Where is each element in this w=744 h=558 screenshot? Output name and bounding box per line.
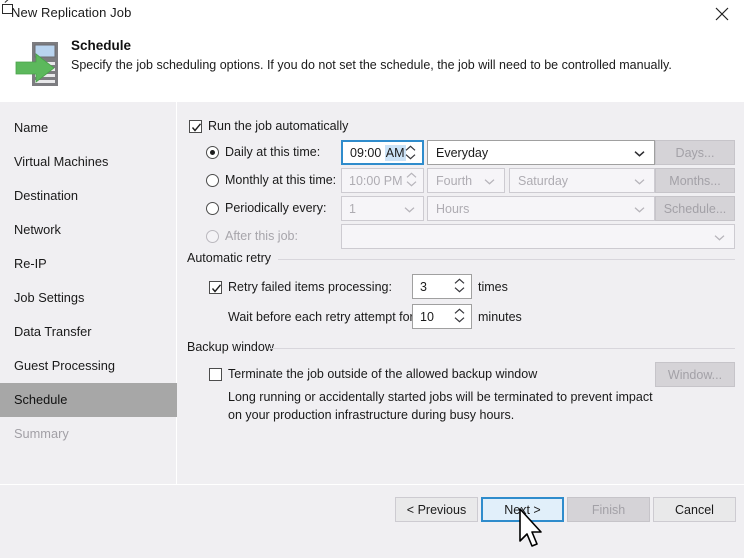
next-button[interactable]: Next > [481,497,564,522]
after-job-dropdown [341,224,735,249]
previous-button[interactable]: < Previous [395,497,478,522]
periodically-radio[interactable] [206,202,219,215]
daily-radio[interactable] [206,146,219,159]
monthly-weekday-value: Saturday [518,174,569,188]
sidebar-item-schedule[interactable]: Schedule [0,383,177,417]
retry-wait-spinner[interactable] [451,305,468,328]
monthly-radio[interactable] [206,174,219,187]
spinner-down-icon [454,287,465,293]
dialog-footer: < Previous Next > Finish Cancel [0,484,744,558]
spinner-down-icon [406,181,417,187]
replication-server-arrow-icon [14,34,72,92]
spinner-up-icon [454,278,465,284]
retry-wait-value: 10 [420,310,434,324]
new-replication-job-dialog: New Replication Job Schedule Specify the… [0,0,744,558]
checkmark-icon [191,123,202,132]
daily-day-dropdown[interactable]: Everyday [427,140,655,165]
run-automatically-label: Run the job automatically [208,119,349,133]
sidebar-item-job-settings[interactable]: Job Settings [0,281,177,315]
sidebar-item-name[interactable]: Name [0,111,177,145]
days-button: Days... [655,140,735,165]
terminate-job-label: Terminate the job outside of the allowed… [228,367,538,381]
after-job-radio [206,230,219,243]
retry-count-value: 3 [420,280,427,294]
chevron-down-icon [404,207,415,213]
close-icon [715,7,729,21]
sidebar-item-destination[interactable]: Destination [0,179,177,213]
automatic-retry-group-title: Automatic retry [187,251,277,265]
title-bar: New Replication Job [0,0,744,30]
backup-window-description-line2: on your production infrastructure during… [228,408,515,422]
finish-button: Finish [567,497,650,522]
page-header: Schedule Specify the job scheduling opti… [0,30,744,102]
page-subtitle: Specify the job scheduling options. If y… [71,58,672,72]
schedule-button: Schedule... [655,196,735,221]
retry-count-field[interactable]: 3 [412,274,472,299]
after-job-label: After this job: [225,229,298,243]
sidebar-item-network[interactable]: Network [0,213,177,247]
sidebar-item-re-ip[interactable]: Re-IP [0,247,177,281]
wizard-sidebar: Name Virtual Machines Destination Networ… [0,102,177,484]
periodically-unit-dropdown: Hours [427,196,655,221]
retry-wait-label: Wait before each retry attempt for: [228,310,418,324]
sidebar-item-virtual-machines[interactable]: Virtual Machines [0,145,177,179]
page-title: Schedule [71,38,132,53]
monthly-label: Monthly at this time: [225,173,337,187]
checkmark-icon [211,284,222,293]
spinner-up-icon [454,308,465,314]
monthly-time-field: 10:00 PM [341,168,424,193]
daily-day-dropdown-value: Everyday [436,146,489,160]
periodically-unit-value: Hours [436,202,470,216]
monthly-ordinal-dropdown: Fourth [427,168,505,193]
terminate-job-checkbox[interactable] [209,368,222,381]
monthly-ordinal-value: Fourth [436,174,473,188]
cancel-button[interactable]: Cancel [653,497,736,522]
daily-label: Daily at this time: [225,145,321,159]
run-automatically-checkbox[interactable] [189,120,202,133]
sidebar-item-summary: Summary [14,426,69,441]
periodically-count-value: 1 [349,202,356,216]
backup-window-description-line1: Long running or accidentally started job… [228,390,653,404]
monthly-time-value: 10:00 PM [349,174,403,188]
automatic-retry-divider [278,259,735,260]
periodically-label: Periodically every: [225,201,327,215]
backup-window-divider [270,348,735,349]
chevron-down-icon [634,151,645,157]
periodically-count-dropdown: 1 [341,196,424,221]
schedule-panel: Run the job automatically Daily at this … [178,102,744,484]
daily-time-field[interactable]: 09:00 AM [341,140,424,165]
window-title: New Replication Job [11,5,132,20]
chevron-down-icon [634,207,645,213]
window-button: Window... [655,362,735,387]
spinner-up-icon [405,145,416,151]
months-button: Months... [655,168,735,193]
backup-window-group-title: Backup window [187,340,279,354]
spinner-down-icon [454,317,465,323]
spinner-up-icon [406,172,417,178]
sidebar-item-guest-processing[interactable]: Guest Processing [0,349,177,383]
retry-count-spinner[interactable] [451,275,468,298]
monthly-weekday-dropdown: Saturday [509,168,655,193]
retry-count-unit-label: times [478,280,508,294]
chevron-down-icon [714,235,725,241]
dialog-body: Name Virtual Machines Destination Networ… [0,102,744,484]
close-button[interactable] [700,0,744,30]
spinner-down-icon [405,154,416,160]
retry-wait-unit-label: minutes [478,310,522,324]
monthly-time-spinner [403,169,420,192]
chevron-down-icon [484,179,495,185]
daily-time-spinner[interactable] [402,142,419,163]
sidebar-item-data-transfer[interactable]: Data Transfer [0,315,177,349]
chevron-down-icon [634,179,645,185]
retry-failed-items-checkbox[interactable] [209,281,222,294]
retry-wait-field[interactable]: 10 [412,304,472,329]
daily-time-value: 09:00 [350,146,382,160]
retry-failed-items-label: Retry failed items processing: [228,280,392,294]
